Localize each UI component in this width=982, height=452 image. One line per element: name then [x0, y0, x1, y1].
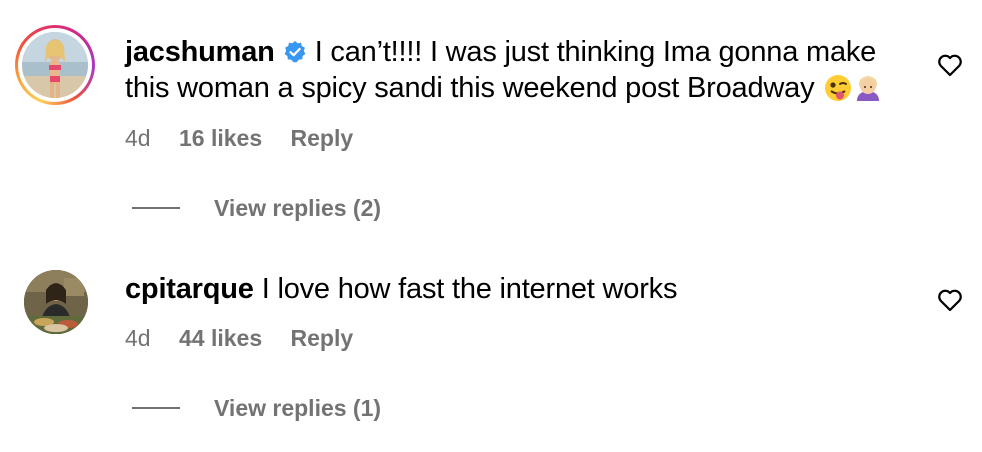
comment-timestamp[interactable]: 4d [125, 325, 151, 351]
reply-button[interactable]: Reply [291, 125, 354, 151]
heart-icon[interactable] [937, 53, 963, 77]
avatar[interactable] [24, 270, 88, 334]
comment-timestamp[interactable]: 4d [125, 125, 151, 151]
replies-divider-line [132, 407, 180, 409]
view-replies-button[interactable]: View replies (1) [132, 394, 381, 422]
avatar-image [24, 270, 88, 334]
comment-meta: 4d 44 likes Reply [125, 324, 375, 352]
woman-facepalm-emoji [857, 76, 880, 101]
heart-icon[interactable] [937, 288, 963, 312]
verified-badge-icon [284, 41, 306, 63]
comment-likes[interactable]: 16 likes [179, 125, 262, 151]
comment-item: jacshuman I can’t!!!! I was just thinkin… [0, 0, 982, 250]
comment-username[interactable]: jacshuman [125, 36, 275, 68]
replies-divider-line [132, 207, 180, 209]
avatar [22, 32, 88, 98]
comment-meta: 4d 16 likes Reply [125, 124, 375, 152]
view-replies-label: View replies (2) [214, 195, 382, 221]
view-replies-label: View replies (1) [214, 395, 382, 421]
comment-username[interactable]: cpitarque [125, 273, 254, 305]
comment-text: jacshuman I can’t!!!! I was just thinkin… [125, 34, 892, 106]
comment-text: cpitarque I love how fast the internet wo… [125, 271, 892, 307]
comment-text-line: I love how fast the internet works [261, 273, 678, 305]
comment-likes[interactable]: 44 likes [179, 325, 262, 351]
comment-text-line: this woman a spicy sandi this weekend po… [125, 72, 815, 104]
reply-button[interactable]: Reply [291, 325, 354, 351]
avatar-story-ring[interactable] [15, 25, 95, 105]
avatar-image [22, 32, 88, 98]
winking-tongue-emoji [825, 75, 852, 101]
comment-text-line: I can’t!!!! I was just thinking Ima gonn… [314, 36, 877, 68]
comment-item: cpitarque I love how fast the internet wo… [0, 250, 982, 452]
view-replies-button[interactable]: View replies (2) [132, 194, 381, 222]
